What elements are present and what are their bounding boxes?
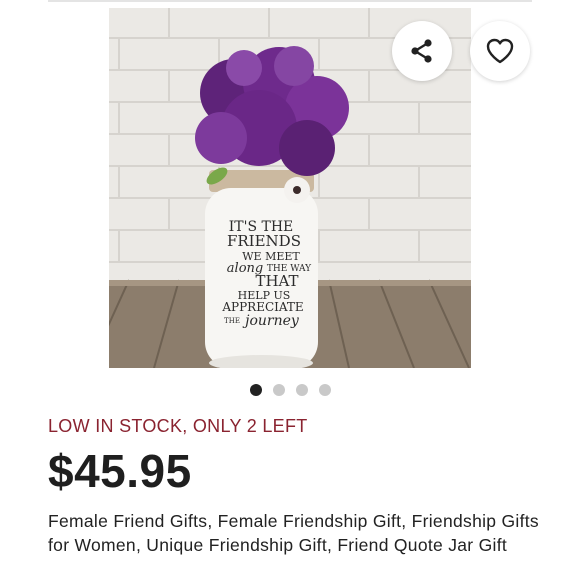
share-icon <box>411 39 432 63</box>
heart-icon <box>486 38 514 64</box>
jar-text-line4: THAT <box>255 272 298 290</box>
jar-text-line6: APPRECIATE <box>221 300 303 314</box>
product-title: Female Friend Gifts, Female Friendship G… <box>48 511 539 555</box>
carousel-dot-1[interactable] <box>249 384 262 396</box>
product-price: $45.95 <box>48 445 192 497</box>
carousel-dot-3[interactable] <box>295 384 308 396</box>
image-carousel-dots <box>0 384 580 398</box>
share-button[interactable] <box>392 21 452 81</box>
jar-text-line2: FRIENDS <box>227 232 301 250</box>
jar-text-line7a: THE <box>224 317 240 325</box>
top-divider <box>48 0 532 2</box>
carousel-dot-2[interactable] <box>272 384 285 396</box>
stock-notice: LOW IN STOCK, ONLY 2 LEFT <box>48 416 308 436</box>
jar-text-line7b: journey <box>242 313 300 329</box>
favorite-button[interactable] <box>470 21 530 81</box>
carousel-dot-4[interactable] <box>318 384 331 396</box>
